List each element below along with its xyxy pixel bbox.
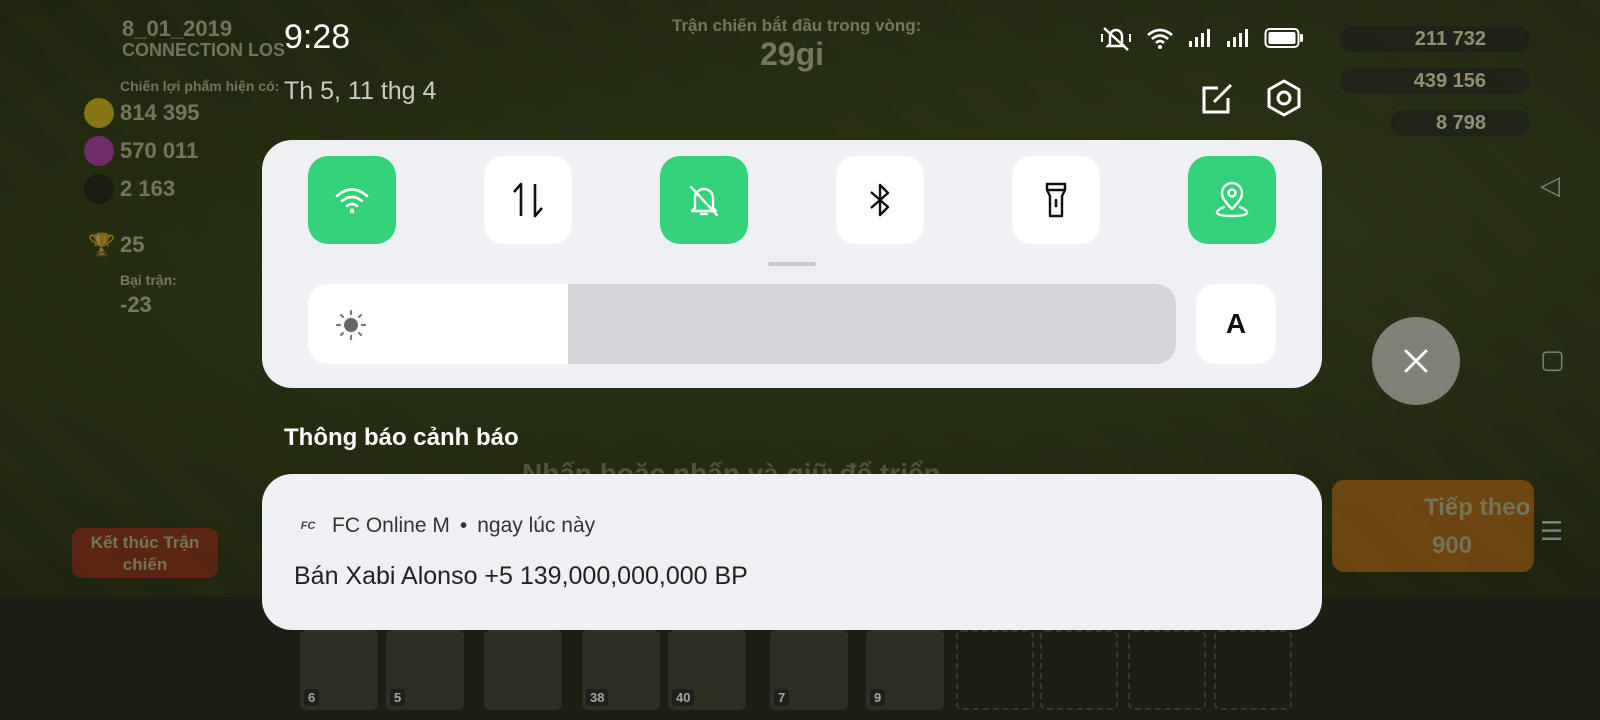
location-tile[interactable] <box>1188 156 1276 244</box>
game-my-dark: 8 798 <box>1390 110 1530 136</box>
notification-section-title: Thông báo cảnh báo <box>284 424 519 451</box>
battery-icon <box>1264 28 1303 48</box>
troop-slot-empty <box>1214 630 1292 710</box>
dark-elixir-icon <box>84 174 114 204</box>
brightness-slider[interactable] <box>308 284 1176 364</box>
flashlight-icon <box>1045 182 1067 218</box>
nav-back-icon[interactable]: ◁ <box>1540 170 1560 201</box>
edit-icon <box>1202 83 1233 114</box>
game-dark-elixir: 2 163 <box>120 176 176 201</box>
troop-count: 6 <box>304 689 320 706</box>
app-icon: FC <box>300 520 316 532</box>
settings-button[interactable] <box>1264 78 1304 118</box>
game-battle-start-label: Trận chiến bắt đầu trong vòng: <box>672 16 922 35</box>
location-icon <box>1215 181 1249 218</box>
troop-slot[interactable]: 6 <box>300 630 378 710</box>
close-bubble-button[interactable] <box>1372 317 1460 405</box>
game-gold: 814 395 <box>120 100 200 125</box>
flashlight-tile[interactable] <box>1012 156 1100 244</box>
troop-slot[interactable]: 38 <box>582 630 660 710</box>
signal-icon <box>1227 29 1248 47</box>
game-loot-label: Chiến lợi phẩm hiện có: <box>120 78 280 94</box>
end-battle-button[interactable]: Kết thúc Trận chiến <box>72 528 218 578</box>
wifi-icon <box>1147 28 1173 49</box>
wifi-icon <box>335 188 369 214</box>
troop-slot-empty <box>1040 630 1118 710</box>
next-button[interactable]: Tiếp theo 900 <box>1332 480 1534 572</box>
game-elixir: 570 011 <box>120 138 199 163</box>
game-defeat-trophies: -23 <box>120 292 152 317</box>
mobile-data-tile[interactable] <box>484 156 572 244</box>
bell-off-icon <box>689 185 719 217</box>
edit-button[interactable] <box>1198 78 1238 118</box>
game-connection-label: CONNECTION LOS <box>122 40 286 60</box>
notification-message: Bán Xabi Alonso +5 139,000,000,000 BP <box>294 562 748 590</box>
status-date: Th 5, 11 thg 4 <box>284 77 437 105</box>
troop-slot-empty <box>1128 630 1206 710</box>
game-battle-timer: 29gi <box>760 36 825 72</box>
brightness-icon <box>335 309 367 341</box>
troop-slot[interactable] <box>484 630 562 710</box>
bluetooth-tile[interactable] <box>836 156 924 244</box>
troop-slot[interactable]: 9 <box>866 630 944 710</box>
gold-icon <box>84 98 114 128</box>
nav-menu-icon[interactable]: ☰ <box>1540 516 1563 547</box>
bluetooth-icon <box>870 183 890 217</box>
nav-home-icon[interactable]: ▢ <box>1540 344 1565 375</box>
troop-slot-empty <box>956 630 1034 710</box>
troop-count: 40 <box>672 689 695 706</box>
troop-count: 7 <box>774 689 790 706</box>
signal-icon <box>1189 29 1210 47</box>
quick-settings-drag-handle[interactable] <box>768 262 816 266</box>
notification-card[interactable]: FC FC Online M • ngay lúc này Bán Xabi A… <box>262 474 1322 630</box>
game-my-gold: 211 732 <box>1340 26 1530 52</box>
data-arrows-icon <box>513 182 543 218</box>
notification-app-name: FC Online M <box>332 514 450 537</box>
troop-count: 9 <box>870 689 886 706</box>
wifi-tile[interactable] <box>308 156 396 244</box>
auto-brightness-button[interactable]: A <box>1196 284 1276 364</box>
notification-separator: • <box>459 514 468 537</box>
troop-count: 5 <box>390 689 406 706</box>
trophy-icon: 🏆 <box>88 232 116 257</box>
silent-tile[interactable] <box>660 156 748 244</box>
troop-slot[interactable]: 7 <box>770 630 848 710</box>
game-date-label: 8_01_2019 <box>122 16 233 41</box>
notification-time: ngay lúc này <box>477 514 596 537</box>
close-icon <box>1404 349 1428 373</box>
game-my-elixir: 439 156 <box>1340 68 1530 94</box>
mute-icon <box>1101 27 1131 51</box>
troop-slot[interactable]: 40 <box>668 630 746 710</box>
quick-settings-panel: A <box>262 140 1322 388</box>
game-defeat-label: Bại trận: <box>120 272 177 288</box>
troop-slot[interactable]: 5 <box>386 630 464 710</box>
game-trophies: 25 <box>120 232 145 257</box>
next-cost: 900 <box>1432 532 1473 559</box>
next-label: Tiếp theo <box>1424 494 1531 521</box>
status-time: 9:28 <box>284 18 351 56</box>
notification-header: FC FC Online M • ngay lúc này <box>294 514 595 538</box>
troop-count: 38 <box>586 689 609 706</box>
elixir-icon <box>84 136 114 166</box>
status-icons <box>1100 22 1304 54</box>
settings-icon <box>1267 79 1301 117</box>
